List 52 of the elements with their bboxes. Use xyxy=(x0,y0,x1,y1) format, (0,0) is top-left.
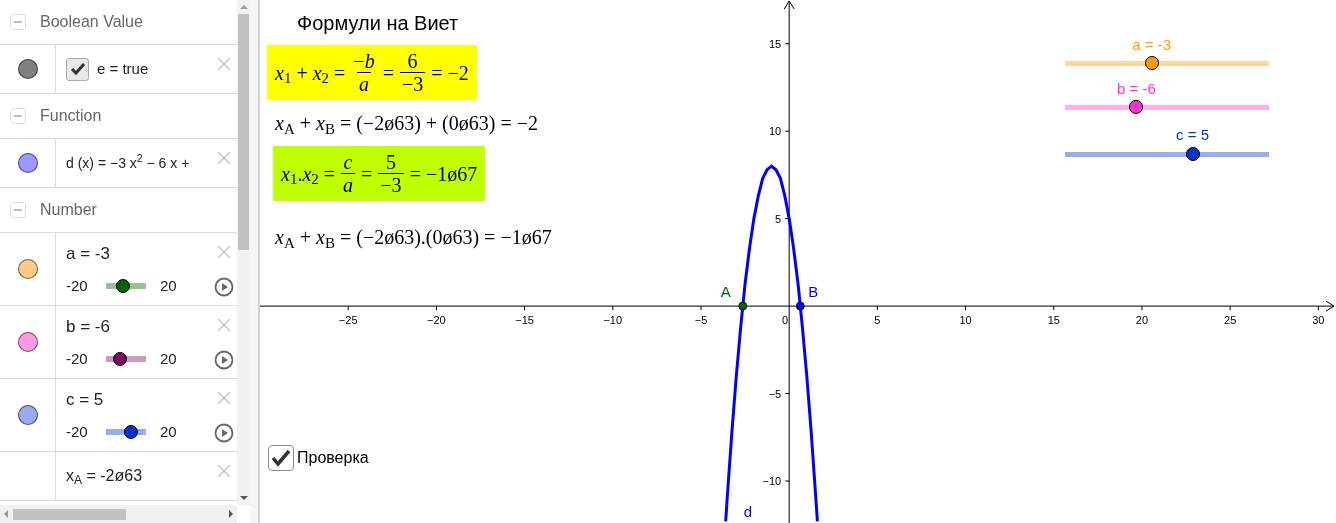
axis-tick-label: 5 xyxy=(775,212,782,225)
axis-tick-label: 25 xyxy=(1224,314,1237,327)
axis-tick-label: −20 xyxy=(427,314,446,327)
axis-tick-label: −10 xyxy=(603,314,623,327)
group-header[interactable]: Function xyxy=(40,104,102,128)
point-label: A xyxy=(720,283,731,301)
axis-tick-label: −15 xyxy=(515,314,534,327)
axis-tick-label: 5 xyxy=(874,314,881,327)
formula-text: = xyxy=(361,161,373,187)
slider-definition[interactable]: c = 5 xyxy=(66,387,211,413)
slider-definition[interactable]: b = -6 xyxy=(66,314,211,340)
formula-text: x$_{1}$ + x$_{2}$ = xyxy=(275,60,346,88)
curve-label: d xyxy=(743,503,752,521)
fraction: 6 −3 xyxy=(399,50,426,95)
axis-tick-label: 10 xyxy=(768,125,782,138)
axis-tick-label: 15 xyxy=(1047,314,1060,327)
fraction: 5 −3 xyxy=(378,151,404,196)
slider-label: a = -3 xyxy=(1132,35,1172,55)
fraction: c a xyxy=(341,151,356,196)
formula-text: x$_{A}$ + x$_{B}$ = (−2ø63).(0ø63) = −1ø67 xyxy=(275,225,552,252)
point-label: B xyxy=(808,283,819,301)
axis-tick-label: 10 xyxy=(959,314,972,327)
axis-tick-label: 15 xyxy=(768,37,782,50)
slider-label: b = -6 xyxy=(1117,79,1156,99)
axis-tick-label: −5 xyxy=(694,314,708,327)
axis-tick-label: 30 xyxy=(1312,314,1325,327)
axis-tick-label: 20 xyxy=(1135,314,1149,327)
function-definition[interactable]: d (x) = −3 x$^{2}$ − 6 x + xyxy=(66,152,211,174)
axis-tick-label: −25 xyxy=(338,314,358,327)
formula-text: x$_{A}$ + x$_{B}$ = (−2ø63) + (0ø63) = −2 xyxy=(275,111,538,138)
slider-max: 20 xyxy=(160,348,177,369)
slider-max: 20 xyxy=(160,275,177,296)
slider-max: 20 xyxy=(160,421,177,442)
formula-text: x$_{1}$.x$_{2}$ = xyxy=(281,161,336,189)
group-header[interactable]: Number xyxy=(40,198,97,222)
formula-text: = xyxy=(382,60,394,86)
slider-min: -20 xyxy=(66,421,89,442)
slider-definition[interactable]: a = -3 xyxy=(66,241,211,267)
value-definition[interactable]: x$_{A}$ = -2ø63 xyxy=(66,464,211,488)
boolean-value[interactable]: e = true xyxy=(97,57,149,81)
formula-text: = −2 xyxy=(431,60,469,86)
formula-text: = −1ø67 xyxy=(409,161,478,187)
axis-tick-label: 0 xyxy=(782,314,789,327)
checkbox-label[interactable]: Проверка xyxy=(297,446,369,470)
slider-label: c = 5 xyxy=(1176,125,1209,145)
slider-min: -20 xyxy=(66,348,89,369)
fraction: −b a xyxy=(352,50,376,95)
axis-tick-label: −5 xyxy=(768,387,782,400)
axis-tick-label: −10 xyxy=(762,475,782,487)
canvas-title: Формули на Виет xyxy=(297,11,459,36)
group-header[interactable]: Boolean Value xyxy=(40,10,143,34)
slider-min: -20 xyxy=(66,275,89,296)
